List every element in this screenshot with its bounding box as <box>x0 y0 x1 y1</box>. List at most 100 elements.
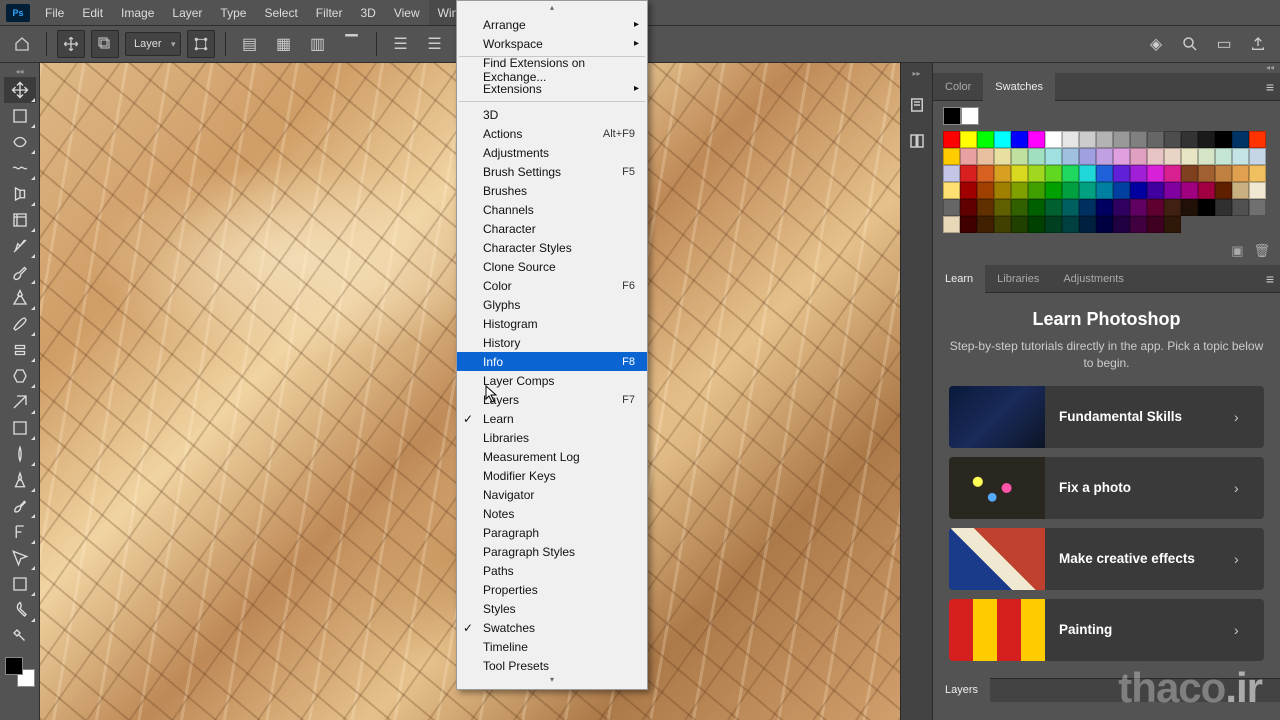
swatch[interactable] <box>1096 148 1113 165</box>
swatch[interactable] <box>1164 199 1181 216</box>
swatch[interactable] <box>1147 148 1164 165</box>
menu-item-history[interactable]: History <box>457 333 647 352</box>
gradient-tool[interactable] <box>4 389 36 415</box>
swatch[interactable] <box>1249 148 1266 165</box>
menu-select[interactable]: Select <box>255 0 306 25</box>
swatch[interactable] <box>977 148 994 165</box>
swatch[interactable] <box>1249 165 1266 182</box>
tab-color[interactable]: Color <box>933 73 983 101</box>
swatch[interactable] <box>1113 182 1130 199</box>
align-top-icon[interactable]: ▔ <box>338 30 366 58</box>
swatch[interactable] <box>1045 182 1062 199</box>
3d-mode-icon[interactable]: ◈ <box>1142 30 1170 58</box>
menu-item-paths[interactable]: Paths <box>457 561 647 580</box>
learn-card-fundamental-skills[interactable]: Fundamental Skills› <box>949 386 1264 448</box>
align-right-icon[interactable]: ▥ <box>304 30 332 58</box>
swatch[interactable] <box>1011 216 1028 233</box>
swatch[interactable] <box>994 131 1011 148</box>
swatch[interactable] <box>1232 131 1249 148</box>
swatch[interactable] <box>1215 148 1232 165</box>
swatch[interactable] <box>1011 148 1028 165</box>
menu-layer[interactable]: Layer <box>163 0 211 25</box>
healing-tool[interactable] <box>4 259 36 285</box>
swatch[interactable] <box>1096 131 1113 148</box>
menu-image[interactable]: Image <box>112 0 163 25</box>
menu-item-arrange[interactable]: Arrange <box>457 15 647 34</box>
swatch[interactable] <box>1113 165 1130 182</box>
swatch[interactable] <box>1164 182 1181 199</box>
swatch[interactable] <box>1215 182 1232 199</box>
lasso-tool[interactable] <box>4 129 36 155</box>
menu-item-properties[interactable]: Properties <box>457 580 647 599</box>
path-select-tool[interactable] <box>4 519 36 545</box>
menu-item-brushes[interactable]: Brushes <box>457 181 647 200</box>
swatch[interactable] <box>1130 216 1147 233</box>
swatch[interactable] <box>977 216 994 233</box>
blur-tool[interactable] <box>4 415 36 441</box>
swatch[interactable] <box>1249 182 1266 199</box>
swatch[interactable] <box>1079 131 1096 148</box>
swatch[interactable] <box>1028 216 1045 233</box>
swatch[interactable] <box>1079 182 1096 199</box>
swatch[interactable] <box>1164 165 1181 182</box>
menu-item-info[interactable]: InfoF8 <box>457 352 647 371</box>
menu-file[interactable]: File <box>36 0 73 25</box>
menu-item-color[interactable]: ColorF6 <box>457 276 647 295</box>
pen-tool[interactable] <box>4 467 36 493</box>
swatch[interactable] <box>1249 131 1266 148</box>
swatch[interactable] <box>1130 199 1147 216</box>
swatch[interactable] <box>1232 148 1249 165</box>
swatch[interactable] <box>977 182 994 199</box>
move-tool-icon[interactable] <box>57 30 85 58</box>
menu-item-timeline[interactable]: Timeline <box>457 637 647 656</box>
swatch[interactable] <box>943 165 960 182</box>
new-swatch-icon[interactable]: ▣ <box>1231 243 1243 259</box>
swatch[interactable] <box>1130 131 1147 148</box>
menu-item-extensions[interactable]: Extensions <box>457 79 647 98</box>
swatch[interactable] <box>1011 165 1028 182</box>
distribute-vcenter-icon[interactable]: ☰ <box>421 30 449 58</box>
swatch-black[interactable] <box>943 107 961 125</box>
swatch[interactable] <box>943 182 960 199</box>
swatch[interactable] <box>960 182 977 199</box>
type-tool[interactable] <box>4 493 36 519</box>
swatch[interactable] <box>1096 182 1113 199</box>
menu-item-actions[interactable]: ActionsAlt+F9 <box>457 124 647 143</box>
menu-item-histogram[interactable]: Histogram <box>457 314 647 333</box>
swatch[interactable] <box>1028 199 1045 216</box>
distribute-top-icon[interactable]: ☰ <box>387 30 415 58</box>
swatch[interactable] <box>1079 165 1096 182</box>
menu-item-glyphs[interactable]: Glyphs <box>457 295 647 314</box>
swatch[interactable] <box>994 182 1011 199</box>
learn-card-fix-a-photo[interactable]: Fix a photo› <box>949 457 1264 519</box>
swatch[interactable] <box>1198 182 1215 199</box>
swatch[interactable] <box>1181 148 1198 165</box>
swatch[interactable] <box>1147 165 1164 182</box>
menu-item-adjustments[interactable]: Adjustments <box>457 143 647 162</box>
swatch[interactable] <box>1232 182 1249 199</box>
rectangle-tool[interactable] <box>4 545 36 571</box>
swatch[interactable] <box>1096 216 1113 233</box>
swatch[interactable] <box>977 131 994 148</box>
menu-edit[interactable]: Edit <box>73 0 112 25</box>
menu-type[interactable]: Type <box>211 0 255 25</box>
swatch[interactable] <box>943 148 960 165</box>
swatch[interactable] <box>1232 199 1249 216</box>
menu-item-character[interactable]: Character <box>457 219 647 238</box>
swatch[interactable] <box>977 165 994 182</box>
swatch[interactable] <box>1062 165 1079 182</box>
menu-item-3d[interactable]: 3D <box>457 105 647 124</box>
history-panel-icon[interactable] <box>907 95 927 115</box>
swatch[interactable] <box>1011 182 1028 199</box>
frame-tool[interactable] <box>4 207 36 233</box>
swatch[interactable] <box>1062 182 1079 199</box>
swatch[interactable] <box>1079 199 1096 216</box>
tab-adjustments[interactable]: Adjustments <box>1051 265 1136 293</box>
swatch[interactable] <box>960 199 977 216</box>
swatch[interactable] <box>1130 165 1147 182</box>
quick-select-tool[interactable] <box>4 155 36 181</box>
swatch[interactable] <box>1045 148 1062 165</box>
collapse-icon[interactable]: ◂◂ <box>15 67 23 77</box>
swatch[interactable] <box>994 165 1011 182</box>
delete-swatch-icon[interactable]: 🗑 <box>1253 243 1270 259</box>
